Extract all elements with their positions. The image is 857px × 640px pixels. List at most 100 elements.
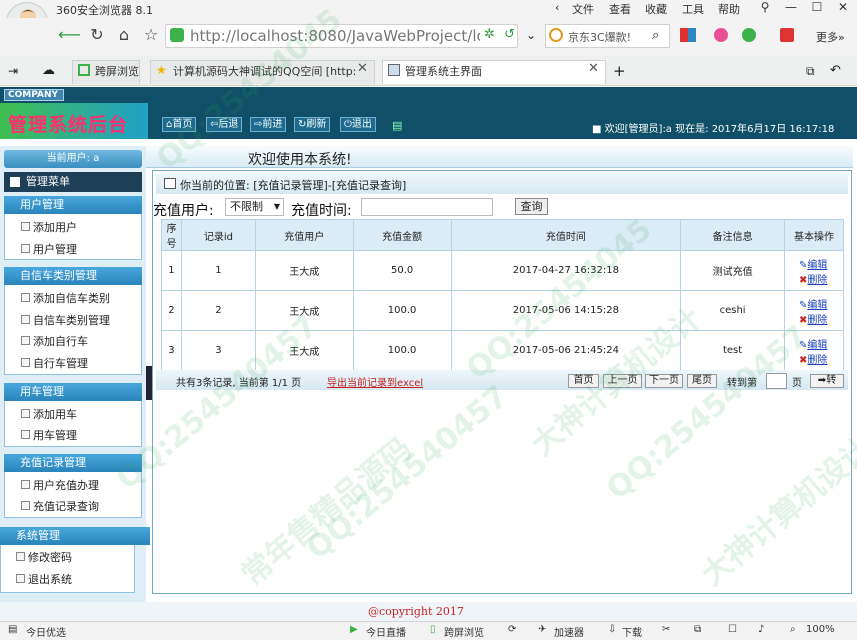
cell-user: 王大成 xyxy=(254,330,354,371)
tab-main-interface[interactable]: 管理系统主界面 xyxy=(382,60,606,84)
box-icon[interactable]: ☐ xyxy=(728,624,737,635)
sidebar-toggle-icon[interactable]: ⇥ xyxy=(8,64,18,78)
query-button[interactable]: 查询 xyxy=(515,198,548,215)
table-row: 2 2 王大成 100.0 2017-05-06 14:15:28 ceshi … xyxy=(161,290,844,331)
forward-button[interactable]: ⇨前进 xyxy=(250,117,287,132)
status-download[interactable]: 下载 xyxy=(622,624,642,639)
sidebar-item-add-rental[interactable]: 添加用车 xyxy=(21,406,77,422)
logout-button[interactable]: ⏻退出 xyxy=(340,117,376,132)
delete-link[interactable]: 删除 xyxy=(807,355,827,366)
back-button[interactable]: ⇦后退 xyxy=(206,117,243,132)
menu-file[interactable]: 文件 xyxy=(572,1,594,17)
restore-icon[interactable]: ↶ xyxy=(830,63,841,78)
recharge-table: 序号 记录id 充值用户 充值金额 充值时间 备注信息 基本操作 1 1 王大成… xyxy=(161,219,844,371)
chevron-left-icon[interactable]: ‹ xyxy=(555,1,559,14)
table-header-row: 序号 记录id 充值用户 充值金额 充值时间 备注信息 基本操作 xyxy=(161,219,844,251)
group-bike-category[interactable]: 自信车类别管理 xyxy=(4,267,142,285)
cell-actions: ✎编辑 ✖删除 xyxy=(784,250,844,291)
delete-link[interactable]: 删除 xyxy=(807,275,827,286)
page-unit-label: 页 xyxy=(792,378,802,389)
sidebar-item-exit-system[interactable]: 退出系统 xyxy=(16,571,72,587)
sidebar-item-add-bike-category[interactable]: 添加自信车类别 xyxy=(21,290,110,306)
sidebar-item-bike-category-management[interactable]: 自信车类别管理 xyxy=(21,312,110,328)
export-excel-link[interactable]: 导出当前记录到excel xyxy=(327,374,423,389)
group-rental-management[interactable]: 用车管理 xyxy=(4,383,142,401)
tab-qq-space[interactable]: 计算机源码大神调试的QQ空间 [http: xyxy=(150,60,375,84)
page-number-input[interactable] xyxy=(766,373,787,389)
speaker-icon[interactable]: ♪ xyxy=(758,624,764,635)
back-icon[interactable]: ⟵ xyxy=(58,24,81,46)
recharge-user-select[interactable]: 不限制 ▼ xyxy=(225,198,284,216)
group-user-management[interactable]: 用户管理 xyxy=(4,196,142,214)
prev-page-button[interactable]: 上一页 xyxy=(603,374,642,388)
status-today-picks[interactable]: 今日优选 xyxy=(26,624,66,639)
close-tab-icon[interactable]: ✕ xyxy=(588,61,599,76)
refresh-button[interactable]: ↻刷新 xyxy=(294,117,331,132)
maximize-icon[interactable]: ☐ xyxy=(806,0,828,17)
recharge-time-input[interactable] xyxy=(361,198,493,216)
search-input[interactable]: 京东3C爆款! xyxy=(568,29,631,45)
group-recharge-management[interactable]: 充值记录管理 xyxy=(4,454,142,472)
minimize-icon[interactable]: — xyxy=(780,0,802,17)
edit-link[interactable]: 编辑 xyxy=(807,340,827,351)
cell-note: 测试充值 xyxy=(680,250,786,291)
more-menu[interactable]: 更多» xyxy=(816,29,845,45)
wallet-icon[interactable] xyxy=(742,28,756,42)
edit-link[interactable]: 编辑 xyxy=(807,260,827,271)
cloud-icon[interactable]: ☁ xyxy=(42,63,55,78)
col-time: 充值时间 xyxy=(450,219,682,251)
reload-icon[interactable]: ↻ xyxy=(86,24,108,46)
menu-tools[interactable]: 工具 xyxy=(682,1,704,17)
cell-actions: ✎编辑 ✖删除 xyxy=(784,290,844,331)
first-page-button[interactable]: 首页 xyxy=(568,374,599,388)
sidebar-item-recharge[interactable]: 用户充值办理 xyxy=(21,477,99,493)
url-text[interactable]: http://localhost:8080/JavaWebProject/log… xyxy=(190,27,480,45)
cell-user: 王大成 xyxy=(254,290,354,331)
status-today-live[interactable]: 今日直播 xyxy=(366,624,406,639)
home-button[interactable]: ⌂首页 xyxy=(162,117,197,132)
close-window-icon[interactable]: ✕ xyxy=(832,0,854,17)
search-go-icon[interactable]: ⌕ xyxy=(652,28,659,43)
next-page-button[interactable]: 下一页 xyxy=(645,374,683,388)
group-system-management[interactable]: 系统管理 xyxy=(0,527,150,545)
col-note: 备注信息 xyxy=(680,219,786,251)
col-amount: 充值金额 xyxy=(352,219,452,251)
col-user: 充值用户 xyxy=(254,219,354,251)
tab-list-icon[interactable]: ⧉ xyxy=(806,64,815,79)
go-button[interactable]: ➡转 xyxy=(810,374,844,388)
menu-view[interactable]: 查看 xyxy=(609,1,631,17)
header-toolbar: ⌂首页 ⇦后退 ⇨前进 ↻刷新 ⏻退出 xyxy=(162,117,384,132)
sidebar-item-add-bike[interactable]: 添加自行车 xyxy=(21,333,88,349)
sidebar-item-rental-management[interactable]: 用车管理 xyxy=(21,427,77,443)
sidebar-item-recharge-query[interactable]: 充值记录查询 xyxy=(21,498,99,514)
chevron-down-icon[interactable]: ⌄ xyxy=(526,28,536,42)
header-user-info: ■ 欢迎[管理员]:a 现在是: 2017年6月17日 16:17:18 xyxy=(592,120,834,135)
pdf-icon[interactable] xyxy=(780,28,794,42)
new-tab-icon[interactable]: + xyxy=(613,62,626,80)
settings-icon[interactable]: ✲ xyxy=(484,27,495,42)
home-icon[interactable]: ⌂ xyxy=(113,24,135,46)
apps-icon[interactable] xyxy=(680,28,696,42)
close-tab-icon[interactable]: ✕ xyxy=(357,61,368,76)
refresh-green-icon[interactable]: ↺ xyxy=(504,27,515,42)
sidebar-item-bike-management[interactable]: 自行车管理 xyxy=(21,355,88,371)
status-cross-screen[interactable]: 跨屏浏览 xyxy=(444,624,484,639)
status-accelerator[interactable]: 加速器 xyxy=(554,624,584,639)
cell-id: 3 xyxy=(180,330,256,371)
pin-icon[interactable]: ⚲ xyxy=(754,0,776,17)
delete-link[interactable]: 删除 xyxy=(807,315,827,326)
menu-help[interactable]: 帮助 xyxy=(718,1,740,17)
screenshot-icon[interactable]: ✂ xyxy=(662,624,670,635)
user-icon[interactable] xyxy=(714,28,728,42)
dropdown-arrow-icon: ▼ xyxy=(273,202,280,211)
window-small-icon[interactable]: ⧉ xyxy=(694,624,701,635)
last-page-button[interactable]: 尾页 xyxy=(687,374,717,388)
circle-arrow-icon[interactable]: ⟳ xyxy=(508,624,516,635)
sidebar-item-user-management[interactable]: 用户管理 xyxy=(21,241,77,257)
menu-favorites[interactable]: 收藏 xyxy=(645,1,667,17)
sidebar-item-change-password[interactable]: 修改密码 xyxy=(16,549,72,565)
status-zoom[interactable]: 100% xyxy=(806,624,835,635)
star-icon[interactable]: ☆ xyxy=(140,24,162,46)
edit-link[interactable]: 编辑 xyxy=(807,300,827,311)
sidebar-item-add-user[interactable]: 添加用户 xyxy=(21,219,77,235)
